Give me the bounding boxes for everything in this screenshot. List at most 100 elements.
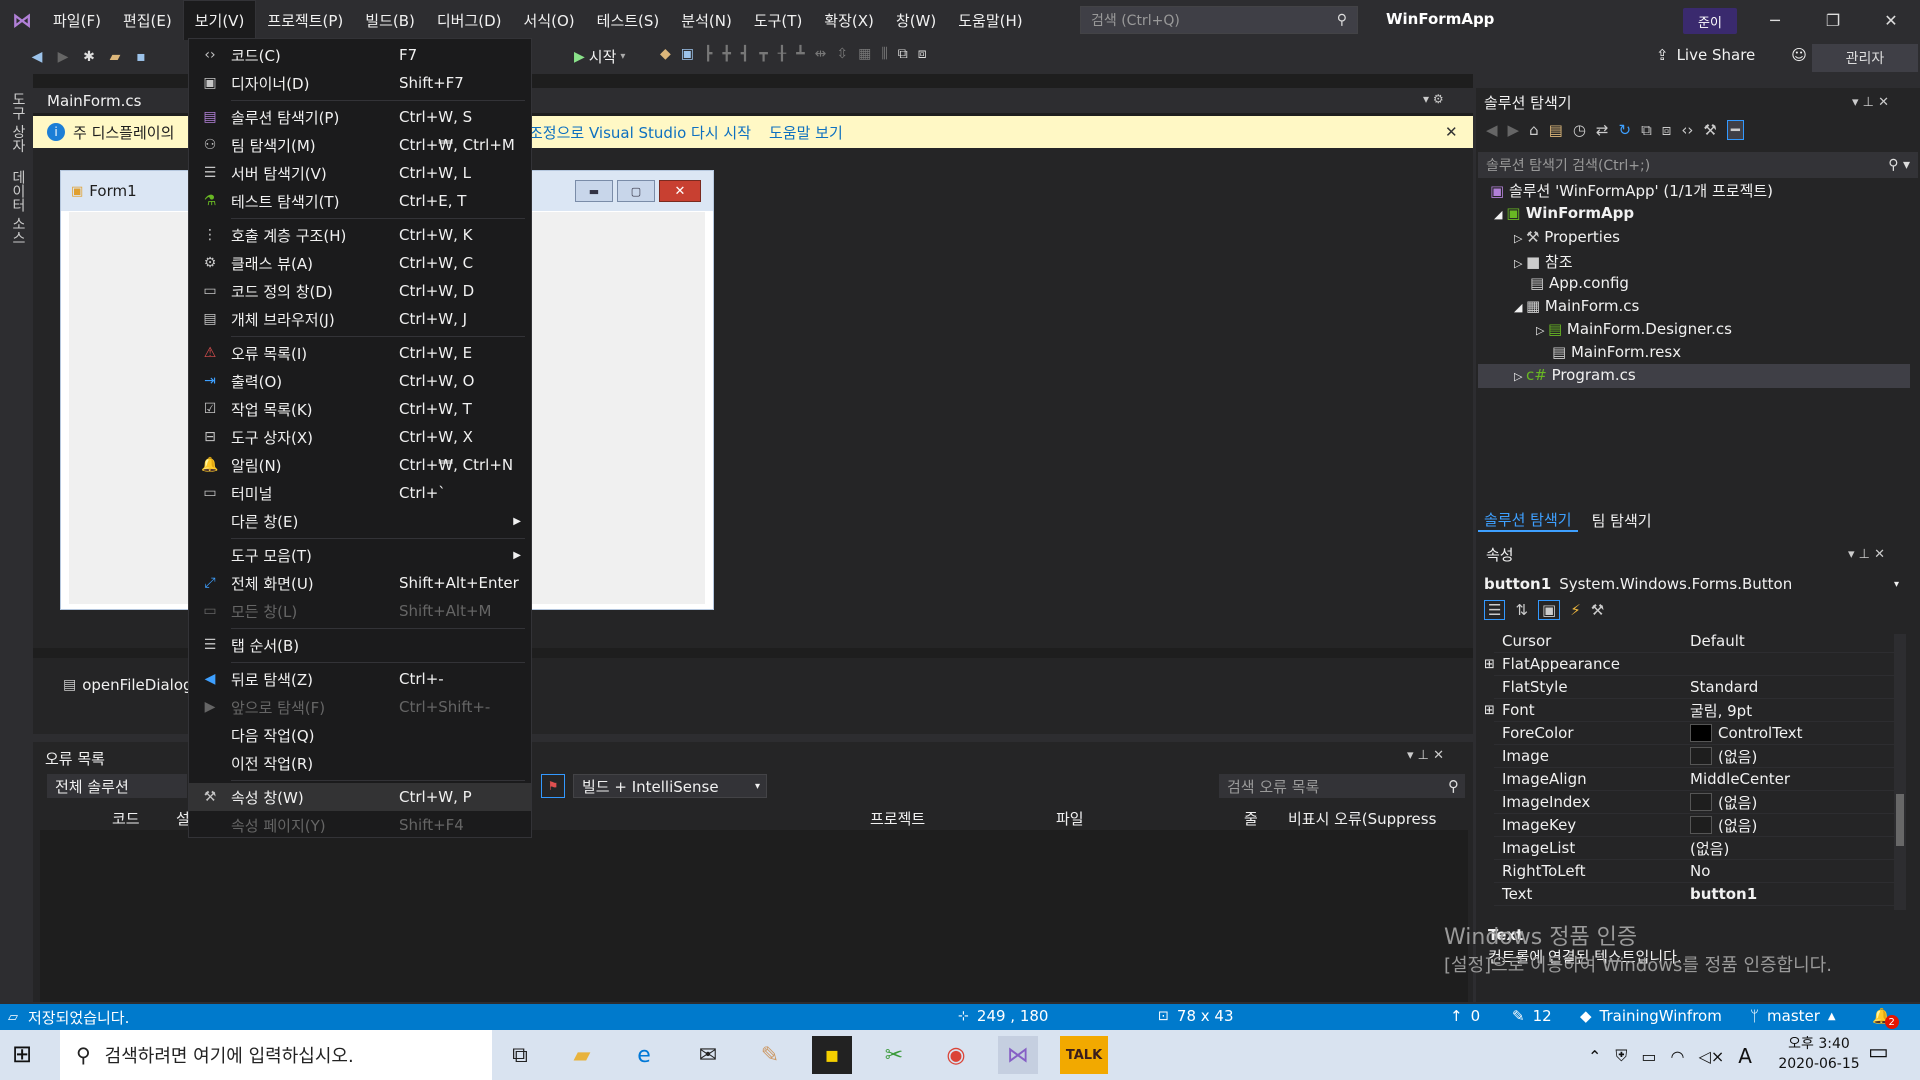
menu-format[interactable]: 서식(O) bbox=[513, 0, 586, 40]
expand-plus-icon[interactable]: ⊞ bbox=[1484, 657, 1495, 672]
expand-plus-icon[interactable]: ⊞ bbox=[1484, 703, 1495, 718]
push-count[interactable]: ↑ 0 bbox=[1450, 1007, 1480, 1025]
menu-analyze[interactable]: 분석(N) bbox=[670, 0, 743, 40]
property-row[interactable]: ImageList (없음) bbox=[1494, 837, 1902, 860]
menu-project[interactable]: 프로젝트(P) bbox=[256, 0, 354, 40]
menu-item-class-view[interactable]: ⚙ 클래스 뷰(A) Ctrl+W, C bbox=[189, 249, 531, 277]
toolbox-tab[interactable]: 도구 상자 bbox=[8, 92, 28, 152]
col-line[interactable]: 줄 bbox=[1244, 808, 1258, 829]
tab-list-icon[interactable]: ▾ ⚙ bbox=[1423, 92, 1444, 106]
back-icon[interactable]: ◀ bbox=[26, 46, 48, 68]
property-row[interactable]: ImageIndex (없음) bbox=[1494, 791, 1902, 814]
battery-icon[interactable]: ▭ bbox=[1641, 1047, 1656, 1066]
tree-resx[interactable]: ▤ MainForm.resx bbox=[1552, 343, 1681, 361]
expand-icon[interactable]: ◢ bbox=[1514, 301, 1526, 314]
menu-item-terminal[interactable]: ▭ 터미널 Ctrl+` bbox=[189, 479, 531, 507]
scrollbar-thumb[interactable] bbox=[1896, 794, 1904, 846]
expand-icon[interactable]: ▷ bbox=[1514, 232, 1526, 245]
visual-studio-taskbar-icon[interactable]: ⋈ bbox=[998, 1036, 1038, 1074]
menu-item-test-explorer[interactable]: ⚗ 테스트 탐색기(T) Ctrl+E, T bbox=[189, 187, 531, 215]
home-icon[interactable]: ⌂ bbox=[1529, 121, 1539, 139]
menu-build[interactable]: 빌드(B) bbox=[354, 0, 426, 40]
ime-indicator[interactable]: A bbox=[1738, 1044, 1752, 1068]
expand-icon[interactable]: ▷ bbox=[1536, 324, 1548, 337]
feedback-icon[interactable]: ☺ bbox=[1791, 46, 1807, 64]
menu-tools[interactable]: 도구(T) bbox=[743, 0, 813, 40]
align-right-icon[interactable]: ┫ bbox=[741, 46, 749, 62]
taskbar-search[interactable]: ⚲ 검색하려면 여기에 입력하십시오. bbox=[60, 1030, 492, 1080]
panel-pin-icon[interactable]: ▾ ⊥ ✕ bbox=[1407, 748, 1444, 763]
property-value[interactable]: Standard bbox=[1684, 678, 1902, 696]
order-front-icon[interactable]: ⧉ bbox=[898, 46, 908, 62]
sync-icon[interactable]: ⇄ bbox=[1596, 121, 1609, 139]
property-value[interactable]: Default bbox=[1684, 632, 1902, 650]
menu-item-toolbox[interactable]: ⊟ 도구 상자(X) Ctrl+W, X bbox=[189, 423, 531, 451]
expand-icon[interactable]: ▷ bbox=[1514, 370, 1526, 383]
menu-item-task-list[interactable]: ☑ 작업 목록(K) Ctrl+W, T bbox=[189, 395, 531, 423]
menu-item-navigate-back[interactable]: ◀ 뒤로 탐색(Z) Ctrl+- bbox=[189, 665, 531, 693]
repo-selector[interactable]: ◆ TrainingWinfrom bbox=[1580, 1007, 1722, 1025]
snip-tool-icon[interactable]: ✂ bbox=[874, 1036, 914, 1074]
close-icon[interactable]: ✕ bbox=[1445, 123, 1458, 141]
property-row[interactable]: ImageAlign MiddleCenter bbox=[1494, 768, 1902, 791]
task-view-icon[interactable]: ⧉ bbox=[500, 1036, 540, 1074]
menu-item-other-windows[interactable]: 다른 창(E) ▶ bbox=[189, 507, 531, 535]
col-code[interactable]: 코드 bbox=[112, 808, 140, 829]
history-icon[interactable]: ◷ bbox=[1573, 121, 1586, 139]
security-icon[interactable]: ⛨ bbox=[1615, 1046, 1627, 1066]
expand-icon[interactable]: ▷ bbox=[1514, 257, 1526, 270]
edge-icon[interactable]: e bbox=[624, 1036, 664, 1074]
save-icon[interactable]: ▪ bbox=[130, 46, 152, 68]
menu-item-tab-order[interactable]: ☰ 탭 순서(B) bbox=[189, 631, 531, 659]
branch-selector[interactable]: ᛘ master ▲ bbox=[1750, 1007, 1836, 1025]
menu-view[interactable]: 보기(V) bbox=[182, 0, 257, 40]
live-share-button[interactable]: ⇪ Live Share ☺ bbox=[1656, 46, 1807, 64]
kakaotalk-icon[interactable]: TALK bbox=[1060, 1036, 1108, 1074]
property-row[interactable]: ImageKey (없음) bbox=[1494, 814, 1902, 837]
back-icon[interactable]: ◀ bbox=[1486, 121, 1498, 139]
order-back-icon[interactable]: ⧈ bbox=[918, 46, 927, 62]
align-center-icon[interactable]: ╋ bbox=[722, 46, 730, 62]
menu-file[interactable]: 파일(F) bbox=[42, 0, 112, 40]
property-value[interactable]: (없음) bbox=[1684, 838, 1902, 859]
property-value[interactable]: (없음) bbox=[1684, 792, 1902, 813]
menu-item-object-browser[interactable]: ▤ 개체 브라우저(J) Ctrl+W, J bbox=[189, 305, 531, 333]
file-explorer-icon[interactable]: ▰ bbox=[562, 1036, 602, 1074]
property-value[interactable]: MiddleCenter bbox=[1684, 770, 1902, 788]
minimize-icon[interactable]: ─ bbox=[1752, 0, 1798, 40]
tray-item[interactable]: openFileDialog bbox=[82, 676, 192, 694]
menu-item-call-hierarchy[interactable]: ⋮ 호출 계층 구조(H) Ctrl+W, K bbox=[189, 221, 531, 249]
admin-button[interactable]: 관리자 bbox=[1812, 44, 1918, 72]
align-bottom-icon[interactable]: ┻ bbox=[796, 46, 804, 62]
col-file[interactable]: 파일 bbox=[1056, 808, 1084, 829]
menu-item-toolbars[interactable]: 도구 모음(T) ▶ bbox=[189, 541, 531, 569]
tree-references[interactable]: ▷ ■ 참조 bbox=[1514, 251, 1573, 272]
info-restart-link[interactable]: 조정으로 Visual Studio 다시 시작 bbox=[529, 122, 751, 143]
forward-icon[interactable]: ▶ bbox=[1508, 121, 1520, 139]
clock[interactable]: 오후 3:40 2020-06-15 bbox=[1774, 1034, 1864, 1074]
edit-count[interactable]: ✎ 12 bbox=[1512, 1007, 1552, 1025]
filter-icon[interactable]: ⚑ bbox=[541, 774, 565, 798]
col-project[interactable]: 프로젝트 bbox=[870, 808, 925, 829]
menu-window[interactable]: 창(W) bbox=[885, 0, 947, 40]
chevron-down-icon[interactable]: ▾ bbox=[620, 51, 625, 62]
preview-icon[interactable]: ━ bbox=[1726, 120, 1744, 140]
menu-test[interactable]: 테스트(S) bbox=[586, 0, 671, 40]
menu-item-notifications[interactable]: 🔔 알림(N) Ctrl+₩, Ctrl+N bbox=[189, 451, 531, 479]
browser-icon[interactable]: ▣ bbox=[681, 46, 694, 62]
align-top-icon[interactable]: ┳ bbox=[759, 46, 767, 62]
menu-extensions[interactable]: 확장(X) bbox=[813, 0, 885, 40]
tree-solution[interactable]: ▣ 솔루션 'WinFormApp' (1/1개 프로젝트) bbox=[1490, 180, 1773, 201]
open-folder-icon[interactable]: ▰ bbox=[104, 46, 126, 68]
property-row[interactable]: ForeColor ControlText bbox=[1494, 722, 1902, 745]
property-row[interactable]: ⊞ FlatAppearance bbox=[1484, 653, 1902, 676]
menu-item-server-explorer[interactable]: ☰ 서버 탐색기(V) Ctrl+W, L bbox=[189, 159, 531, 187]
search-input[interactable]: 검색 (Ctrl+Q) ⚲ bbox=[1080, 6, 1358, 34]
restore-icon[interactable]: ❐ bbox=[1810, 0, 1856, 40]
menu-item-designer[interactable]: ▣ 디자이너(D) Shift+F7 bbox=[189, 69, 531, 97]
attach-icon[interactable]: ◆ bbox=[660, 46, 671, 62]
chrome-icon[interactable]: ◉ bbox=[936, 1036, 976, 1074]
size-height-icon[interactable]: ⇳ bbox=[836, 46, 848, 62]
sticky-notes-icon[interactable]: ▪ bbox=[812, 1036, 852, 1074]
property-value[interactable]: (없음) bbox=[1684, 815, 1902, 836]
